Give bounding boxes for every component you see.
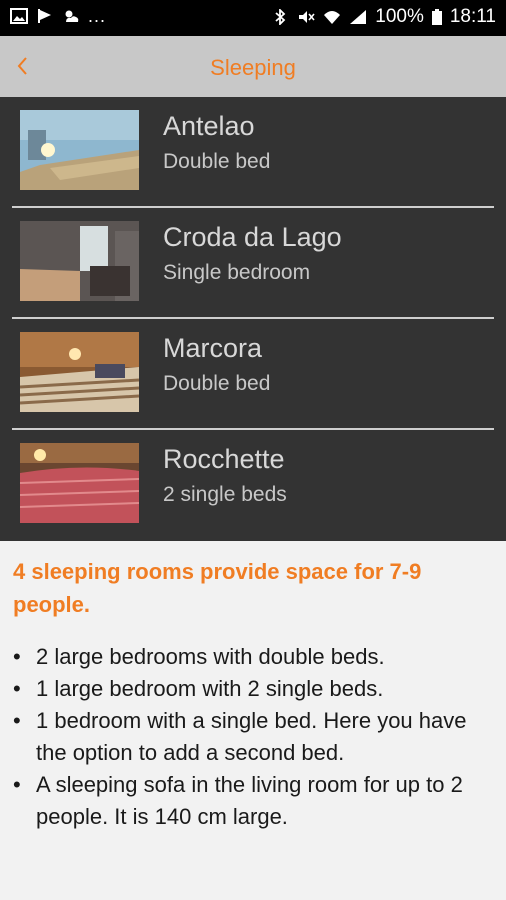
more-notifications: ... xyxy=(88,6,107,26)
clock: 18:11 xyxy=(449,6,496,27)
battery-icon xyxy=(431,9,442,25)
mute-icon xyxy=(299,11,315,23)
room-description: Double bed xyxy=(163,372,271,395)
flag-icon xyxy=(38,9,51,23)
list-item: 1 bedroom with a single bed. Here you ha… xyxy=(13,705,490,769)
room-name: Croda da Lago xyxy=(163,222,342,252)
list-item: 1 large bedroom with 2 single beds. xyxy=(13,673,490,705)
gallery-icon xyxy=(10,8,28,24)
room-photo xyxy=(20,332,139,412)
room-photo xyxy=(20,110,139,190)
description-section: 4 sleeping rooms provide space for 7-9 p… xyxy=(0,541,506,900)
room-name: Antelao xyxy=(163,111,255,141)
weather-icon xyxy=(65,10,79,22)
room-item-marcora[interactable]: Marcora Double bed xyxy=(0,319,506,430)
room-name: Marcora xyxy=(163,333,263,363)
list-item: 2 large bedrooms with double beds. xyxy=(13,641,490,673)
page-title: Sleeping xyxy=(210,55,296,80)
room-description: 2 single beds xyxy=(163,483,287,506)
room-photo xyxy=(20,443,139,523)
lead-text: 4 sleeping rooms provide space for 7-9 p… xyxy=(13,559,422,617)
room-name: Rocchette xyxy=(163,444,285,474)
room-description: Single bedroom xyxy=(163,261,311,284)
status-bar: ... 100% 18:11 xyxy=(0,0,506,36)
room-item-antelao[interactable]: Antelao Double bed xyxy=(0,97,506,208)
room-item-rocchette[interactable]: Rocchette 2 single beds xyxy=(0,430,506,541)
list-item: A sleeping sofa in the living room for u… xyxy=(13,769,490,833)
room-item-croda-da-lago[interactable]: Croda da Lago Single bedroom xyxy=(0,208,506,319)
feature-list: 2 large bedrooms with double beds. 1 lar… xyxy=(13,641,490,833)
wifi-icon xyxy=(324,11,341,24)
room-list: Antelao Double bed Croda da Lago Single … xyxy=(0,97,506,541)
battery-percent: 100% xyxy=(375,6,424,27)
bluetooth-icon xyxy=(275,9,286,25)
room-photo xyxy=(20,221,139,301)
signal-icon xyxy=(350,10,367,24)
room-description: Double bed xyxy=(163,150,271,173)
app-bar: Sleeping xyxy=(0,36,506,97)
